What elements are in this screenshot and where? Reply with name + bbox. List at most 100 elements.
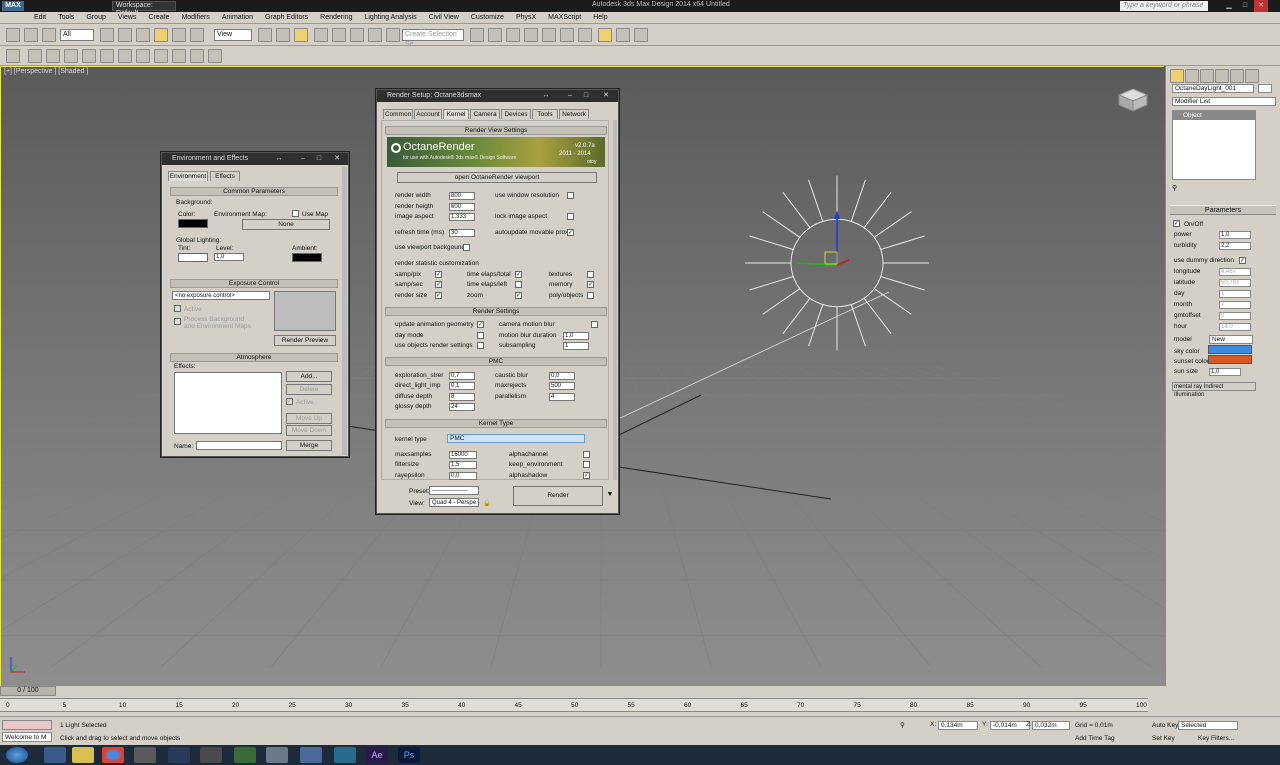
workspace-dropdown[interactable]: Workspace: Default bbox=[112, 1, 176, 17]
active-effect-checkbox[interactable]: ✓ bbox=[286, 398, 293, 405]
key-filters-button[interactable]: Key Filters... bbox=[1198, 735, 1234, 742]
exposure-dropdown[interactable]: <no exposure control> bbox=[172, 291, 270, 300]
merge-button[interactable]: Merge bbox=[286, 440, 332, 451]
render-preview-button[interactable]: Render Preview bbox=[274, 335, 336, 346]
track-bar[interactable]: 0 5 10 15 20 25 30 35 40 45 50 55 60 65 70 75 80 85 90 95 10… bbox=[0, 698, 1148, 712]
stat-textures-checkbox[interactable] bbox=[587, 271, 594, 278]
film-tool-icon[interactable] bbox=[136, 49, 150, 63]
keyboard-shortcut-icon[interactable] bbox=[294, 28, 308, 42]
process-bg-checkbox[interactable] bbox=[174, 318, 181, 325]
level-spinner[interactable]: 1,0 bbox=[214, 253, 244, 261]
move-down-button[interactable]: Move Down bbox=[286, 425, 332, 436]
kernel-type-dropdown[interactable]: PMC bbox=[447, 434, 585, 443]
menu-animation[interactable]: Animation bbox=[216, 12, 259, 23]
add-effect-button[interactable]: Add... bbox=[286, 371, 332, 382]
on-off-checkbox[interactable]: ✓ bbox=[1173, 220, 1180, 227]
menu-help[interactable]: Help bbox=[587, 12, 613, 23]
power-spinner[interactable]: 1,0 bbox=[1219, 231, 1251, 239]
mental-ray-rollout-header[interactable]: mental ray Indirect Illumination bbox=[1172, 382, 1256, 398]
chrome-taskbar-icon[interactable] bbox=[102, 747, 124, 763]
menu-tools[interactable]: Tools bbox=[52, 12, 80, 23]
pine-tool-icon[interactable] bbox=[82, 49, 96, 63]
effect-name-input[interactable] bbox=[196, 441, 282, 450]
render-scrollbar[interactable] bbox=[613, 120, 617, 480]
hammer-tool-icon[interactable] bbox=[118, 49, 132, 63]
menu-civil-view[interactable]: Civil View bbox=[423, 12, 465, 23]
blur-duration-spinner[interactable]: 1,0 bbox=[563, 332, 589, 340]
steam-taskbar-icon[interactable] bbox=[168, 747, 190, 763]
filtersize-spinner[interactable]: 1,5 bbox=[449, 461, 477, 469]
refresh-time-spinner[interactable]: 30 bbox=[449, 229, 475, 237]
common-params-header[interactable]: Common Parameters bbox=[170, 187, 338, 196]
ribbon-icon[interactable] bbox=[524, 28, 538, 42]
render-settings-header[interactable]: Render Settings bbox=[385, 307, 607, 316]
kernel-type-header[interactable]: Kernel Type bbox=[385, 419, 607, 428]
open-octane-viewport-button[interactable]: open OctaneRender viewport bbox=[397, 172, 597, 183]
tree-tool-icon[interactable] bbox=[64, 49, 78, 63]
env-maximize-icon[interactable]: □ bbox=[312, 153, 326, 165]
maxsamples-spinner[interactable]: 16000 bbox=[449, 451, 477, 459]
render-width-spinner[interactable]: 800 bbox=[449, 192, 475, 200]
tab-tools[interactable]: Tools bbox=[532, 109, 558, 119]
y-coordinate[interactable]: -0,014m bbox=[990, 721, 1030, 730]
tab-effects[interactable]: Effects bbox=[210, 171, 240, 181]
tint-color-swatch[interactable] bbox=[178, 253, 208, 262]
image-aspect-spinner[interactable]: 1,333 bbox=[449, 213, 475, 221]
add-time-tag[interactable]: Add Time Tag bbox=[1075, 735, 1115, 742]
stat-samp-pix-checkbox[interactable]: ✓ bbox=[435, 271, 442, 278]
render-tool-2-icon[interactable] bbox=[172, 49, 186, 63]
modifier-stack-item[interactable]: Object bbox=[1173, 111, 1255, 120]
menu-group[interactable]: Group bbox=[80, 12, 111, 23]
object-color-swatch[interactable] bbox=[1258, 84, 1272, 93]
percent-snap-icon[interactable] bbox=[350, 28, 364, 42]
stat-memory-checkbox[interactable]: ✓ bbox=[587, 281, 594, 288]
snap-toggle-icon[interactable] bbox=[314, 28, 328, 42]
app3-taskbar-icon[interactable] bbox=[234, 747, 256, 763]
tab-devices[interactable]: Devices bbox=[501, 109, 531, 119]
edit-named-sets-icon[interactable] bbox=[386, 28, 400, 42]
display-tab-icon[interactable] bbox=[1230, 69, 1244, 83]
direct-light-spinner[interactable]: 0,1 bbox=[449, 382, 475, 390]
max-rejects-spinner[interactable]: 500 bbox=[549, 382, 575, 390]
render-expand-icon[interactable]: ▼ bbox=[605, 482, 615, 508]
sunset-color-swatch[interactable] bbox=[1208, 355, 1252, 364]
motion-tab-icon[interactable] bbox=[1215, 69, 1229, 83]
effects-list[interactable] bbox=[174, 372, 282, 434]
close-icon[interactable]: ✕ bbox=[1254, 0, 1268, 12]
env-map-button[interactable]: None bbox=[242, 219, 330, 230]
env-scrollbar[interactable] bbox=[342, 167, 347, 455]
layer-manager-icon[interactable] bbox=[506, 28, 520, 42]
day-spinner[interactable]: 1 bbox=[1219, 290, 1251, 298]
z-coordinate[interactable]: 0,032m bbox=[1032, 721, 1070, 730]
subsampling-spinner[interactable]: 1 bbox=[563, 342, 589, 350]
mirror-icon[interactable] bbox=[470, 28, 484, 42]
angle-snap-icon[interactable] bbox=[332, 28, 346, 42]
sun-size-spinner[interactable]: 1,0 bbox=[1209, 368, 1241, 376]
tab-account[interactable]: Account bbox=[414, 109, 442, 119]
viewport-label[interactable]: [+] [Perspective ] [Shaded ] bbox=[4, 68, 88, 75]
autoupdate-checkbox[interactable]: ✓ bbox=[567, 229, 574, 236]
ambient-color-swatch[interactable] bbox=[292, 253, 322, 262]
env-close-icon[interactable]: ✕ bbox=[330, 153, 344, 165]
select-scale-icon[interactable] bbox=[190, 28, 204, 42]
align-icon[interactable] bbox=[488, 28, 502, 42]
use-object-settings-checkbox[interactable] bbox=[477, 342, 484, 349]
x-coordinate[interactable]: 0,134m bbox=[938, 721, 978, 730]
render-close-icon[interactable]: ✕ bbox=[599, 90, 613, 102]
menu-edit[interactable]: Edit bbox=[28, 12, 52, 23]
modify-tab-icon[interactable] bbox=[1185, 69, 1199, 83]
maximize-icon[interactable]: □ bbox=[1238, 0, 1252, 12]
dummy-direction-checkbox[interactable]: ✓ bbox=[1239, 257, 1246, 264]
explorer-taskbar-icon[interactable] bbox=[44, 747, 66, 763]
auto-key-button[interactable]: Auto Key bbox=[1152, 722, 1178, 729]
octane-toolbar-icon[interactable] bbox=[6, 49, 20, 63]
update-geometry-checkbox[interactable]: ✓ bbox=[477, 321, 484, 328]
longitude-spinner[interactable]: 4,467 bbox=[1219, 268, 1251, 276]
curve-editor-icon[interactable] bbox=[542, 28, 556, 42]
select-rotate-icon[interactable] bbox=[172, 28, 186, 42]
menu-graph-editors[interactable]: Graph Editors bbox=[259, 12, 314, 23]
render-tool-3-icon[interactable] bbox=[190, 49, 204, 63]
render-button[interactable]: Render bbox=[513, 486, 603, 506]
tab-common[interactable]: Common bbox=[383, 109, 413, 119]
stat-render-size-checkbox[interactable]: ✓ bbox=[435, 292, 442, 299]
